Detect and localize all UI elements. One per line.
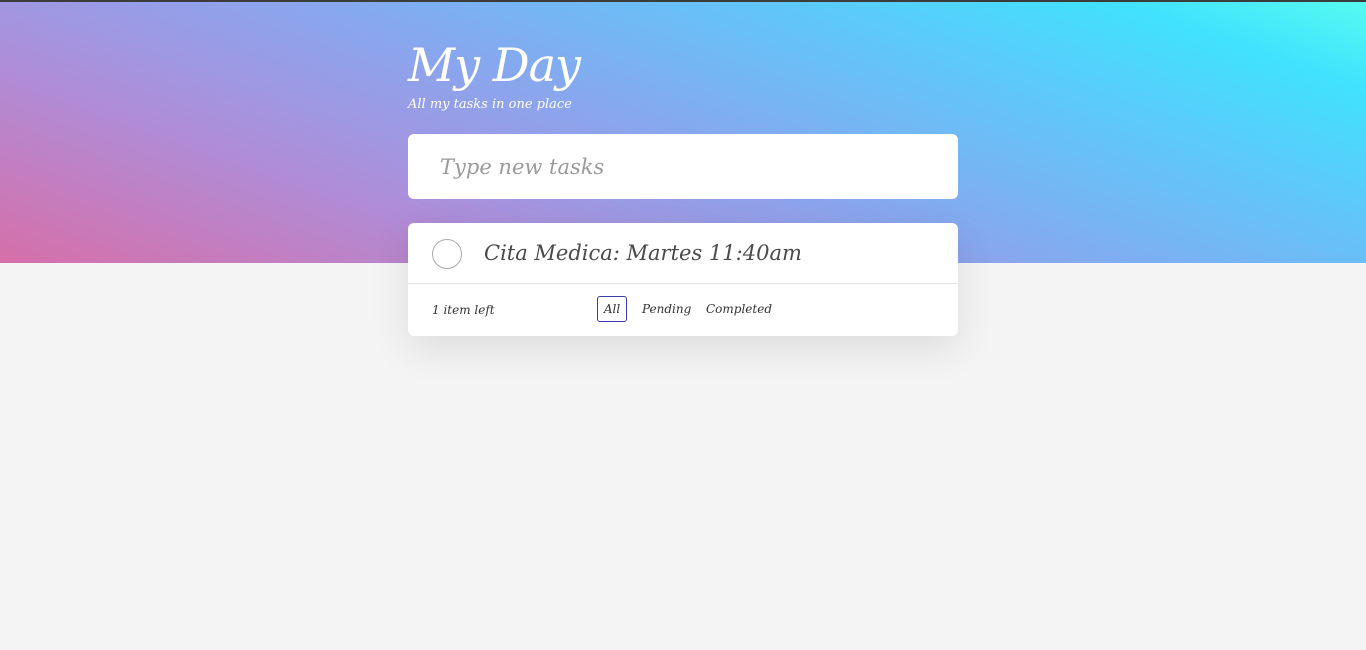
new-task-input[interactable]: [440, 134, 940, 199]
filter-all-button[interactable]: All: [597, 296, 627, 322]
task-checkbox-icon[interactable]: [432, 239, 462, 269]
filter-pending-button[interactable]: Pending: [635, 296, 698, 322]
filter-completed-button[interactable]: Completed: [699, 296, 779, 322]
window-top-border: [0, 0, 1366, 2]
items-left-counter: 1 item left: [432, 303, 495, 317]
new-task-box: [408, 134, 958, 199]
page-title: My Day: [408, 38, 581, 92]
task-list-footer: 1 item left All Pending Completed: [408, 284, 958, 336]
page-subtitle: All my tasks in one place: [408, 97, 572, 112]
task-item: Cita Medica: Martes 11:40am: [408, 223, 958, 284]
task-list-card: Cita Medica: Martes 11:40am 1 item left …: [408, 223, 958, 336]
task-text[interactable]: Cita Medica: Martes 11:40am: [484, 237, 802, 269]
